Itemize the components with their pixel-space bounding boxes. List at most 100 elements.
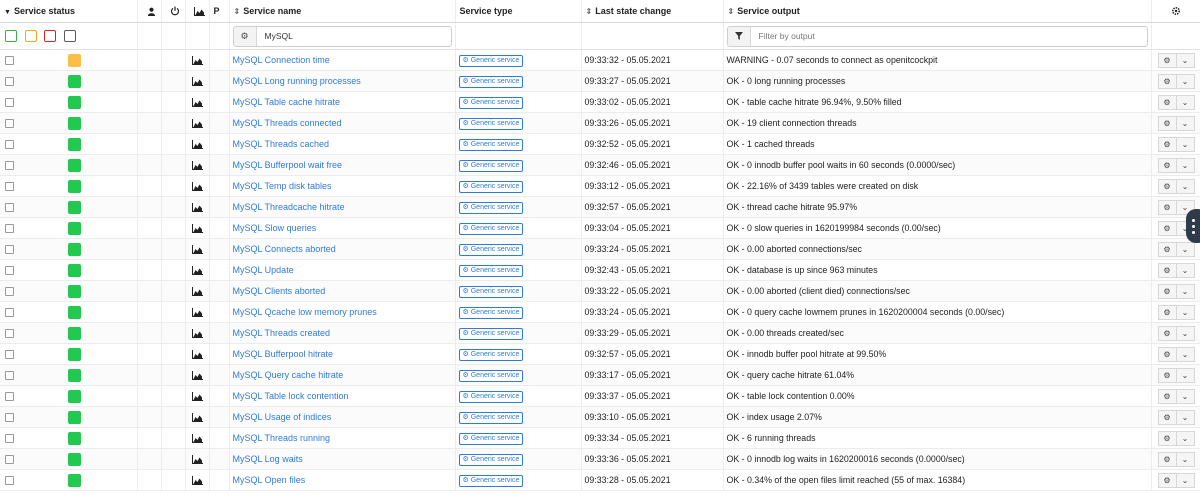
chevron-down-icon[interactable]: ⌄ [1176,136,1195,152]
row-select-checkbox[interactable] [5,55,14,65]
gear-icon[interactable]: ⚙ [1157,451,1177,467]
area-chart-icon[interactable] [191,433,203,443]
graph-header[interactable] [185,0,210,23]
row-select-checkbox[interactable] [5,76,14,86]
area-chart-icon[interactable] [191,55,203,65]
row-select-checkbox[interactable] [5,202,14,212]
area-chart-icon[interactable] [191,265,203,275]
gear-icon[interactable]: ⚙ [1157,472,1177,488]
row-select-checkbox[interactable] [5,97,14,107]
service-status-header[interactable]: ▼ Service status [0,0,138,23]
filter-state-ok-checkbox[interactable] [5,30,17,42]
area-chart-icon[interactable] [191,370,203,380]
service-name-link[interactable]: MySQL Threadcache hitrate [230,202,345,212]
service-name-link[interactable]: MySQL Open files [230,475,306,485]
service-name-filter[interactable]: ⚙ MySQL [232,25,452,47]
area-chart-icon[interactable] [191,244,203,254]
chevron-down-icon[interactable]: ⌄ [1176,73,1195,89]
row-select-checkbox[interactable] [5,286,14,296]
passive-header[interactable]: P [209,0,230,23]
chevron-down-icon[interactable]: ⌄ [1176,388,1195,404]
service-name-link[interactable]: MySQL Bufferpool wait free [230,160,343,170]
gear-icon[interactable]: ⚙ [1157,367,1177,383]
service-name-link[interactable]: MySQL Bufferpool hitrate [230,349,334,359]
row-select-checkbox[interactable] [5,118,14,128]
area-chart-icon[interactable] [191,391,203,401]
service-output-filter[interactable]: Filter by output [726,25,1148,47]
area-chart-icon[interactable] [191,181,203,191]
chevron-down-icon[interactable]: ⌄ [1176,241,1195,257]
row-select-checkbox[interactable] [5,265,14,275]
gear-icon[interactable]: ⚙ [233,26,257,46]
filter-state-warning-checkbox[interactable] [24,30,37,42]
chevron-down-icon[interactable]: ⌄ [1176,157,1195,173]
gear-icon[interactable]: ⚙ [1157,94,1177,110]
service-name-link[interactable]: MySQL Threads connected [230,118,342,128]
chevron-down-icon[interactable]: ⌄ [1176,367,1195,383]
chevron-down-icon[interactable]: ⌄ [1176,283,1195,299]
service-name-link[interactable]: MySQL Query cache hitrate [230,370,344,380]
side-menu-handle[interactable] [1186,209,1200,243]
gear-icon[interactable]: ⚙ [1157,115,1177,131]
gear-icon[interactable]: ⚙ [1157,52,1177,68]
service-name-link[interactable]: MySQL Update [230,265,294,275]
gear-icon[interactable]: ⚙ [1157,262,1177,278]
service-name-link[interactable]: MySQL Table cache hitrate [230,97,341,107]
filter-state-unknown-checkbox[interactable] [63,30,76,42]
area-chart-icon[interactable] [191,118,203,128]
row-select-checkbox[interactable] [5,244,14,254]
area-chart-icon[interactable] [191,454,203,464]
row-select-checkbox[interactable] [5,328,14,338]
acknowledged-header[interactable] [137,0,162,23]
service-output-header[interactable]: ⇕ Service output [723,0,1152,23]
gear-icon[interactable]: ⚙ [1157,325,1177,341]
downtime-header[interactable] [161,0,186,23]
service-name-link[interactable]: MySQL Connects aborted [230,244,336,254]
area-chart-icon[interactable] [191,307,203,317]
service-type-header[interactable]: Service type [455,0,582,23]
row-select-checkbox[interactable] [5,181,14,191]
row-select-checkbox[interactable] [5,370,14,380]
gear-icon[interactable]: ⚙ [1157,178,1177,194]
chevron-down-icon[interactable]: ⌄ [1176,409,1195,425]
row-select-checkbox[interactable] [5,160,14,170]
gear-icon[interactable]: ⚙ [1157,388,1177,404]
row-select-checkbox[interactable] [5,454,14,464]
area-chart-icon[interactable] [191,475,203,485]
area-chart-icon[interactable] [191,349,203,359]
service-name-link[interactable]: MySQL Usage of indices [230,412,332,422]
chevron-down-icon[interactable]: ⌄ [1176,115,1195,131]
chevron-down-icon[interactable]: ⌄ [1176,430,1195,446]
gear-icon[interactable]: ⚙ [1157,409,1177,425]
gear-icon[interactable]: ⚙ [1157,220,1177,236]
gear-icon[interactable]: ⚙ [1157,199,1177,215]
service-name-link[interactable]: MySQL Clients aborted [230,286,326,296]
area-chart-icon[interactable] [191,160,203,170]
filter-state-critical-checkbox[interactable] [44,30,57,42]
gear-icon[interactable]: ⚙ [1157,157,1177,173]
area-chart-icon[interactable] [191,76,203,86]
service-name-link[interactable]: MySQL Threads running [230,433,331,443]
last-state-change-header[interactable]: ⇕ Last state change [581,0,724,23]
service-name-link[interactable]: MySQL Temp disk tables [230,181,332,191]
gear-icon[interactable]: ⚙ [1157,346,1177,362]
settings-header[interactable] [1151,0,1200,23]
gear-icon[interactable]: ⚙ [1157,136,1177,152]
chevron-down-icon[interactable]: ⌄ [1176,94,1195,110]
area-chart-icon[interactable] [191,97,203,107]
row-select-checkbox[interactable] [5,307,14,317]
row-select-checkbox[interactable] [5,223,14,233]
chevron-down-icon[interactable]: ⌄ [1176,346,1195,362]
service-name-link[interactable]: MySQL Threads cached [230,139,330,149]
chevron-down-icon[interactable]: ⌄ [1176,262,1195,278]
gear-icon[interactable]: ⚙ [1157,241,1177,257]
chevron-down-icon[interactable]: ⌄ [1176,52,1195,68]
service-name-link[interactable]: MySQL Table lock contention [230,391,349,401]
gear-icon[interactable]: ⚙ [1157,430,1177,446]
service-name-link[interactable]: MySQL Qcache low memory prunes [230,307,377,317]
row-select-checkbox[interactable] [5,349,14,359]
chevron-down-icon[interactable]: ⌄ [1176,178,1195,194]
row-select-checkbox[interactable] [5,433,14,443]
gear-icon[interactable]: ⚙ [1157,73,1177,89]
area-chart-icon[interactable] [191,328,203,338]
